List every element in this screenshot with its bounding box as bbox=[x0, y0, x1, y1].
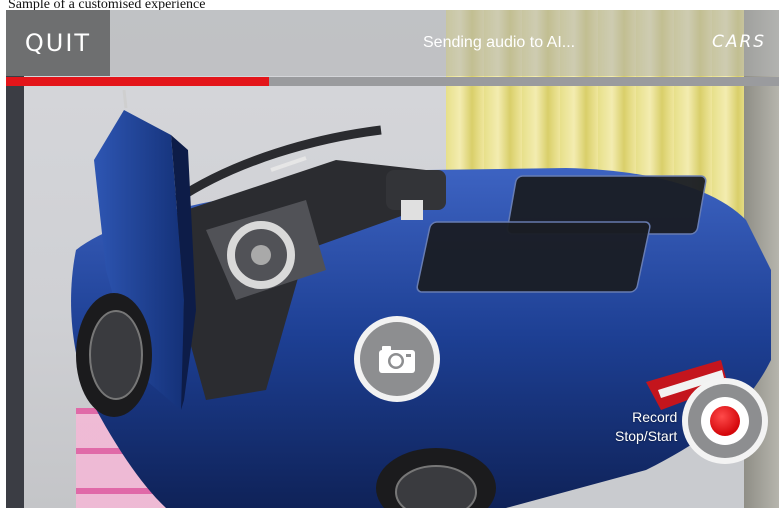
capture-photo-button[interactable] bbox=[354, 316, 440, 402]
top-bar bbox=[6, 10, 779, 76]
ar-camera-view: QUIT Sending audio to AI... CARS Record … bbox=[6, 10, 779, 508]
capture-button-ring bbox=[360, 322, 434, 396]
audio-progress-fill bbox=[6, 77, 269, 86]
record-button[interactable] bbox=[682, 378, 768, 464]
cars-menu-button[interactable]: CARS bbox=[712, 32, 766, 52]
record-button-ring bbox=[688, 384, 762, 458]
record-button-face bbox=[701, 397, 749, 445]
quit-button[interactable]: QUIT bbox=[6, 10, 110, 76]
record-label-line1: Record bbox=[632, 409, 678, 425]
record-label-line2: Stop/Start bbox=[615, 428, 678, 444]
audio-progress-bar bbox=[6, 77, 779, 86]
status-text: Sending audio to AI... bbox=[423, 34, 576, 51]
record-dot-icon bbox=[710, 406, 740, 436]
camera-icon bbox=[379, 346, 415, 373]
record-label: Record Stop/Start bbox=[615, 408, 677, 446]
